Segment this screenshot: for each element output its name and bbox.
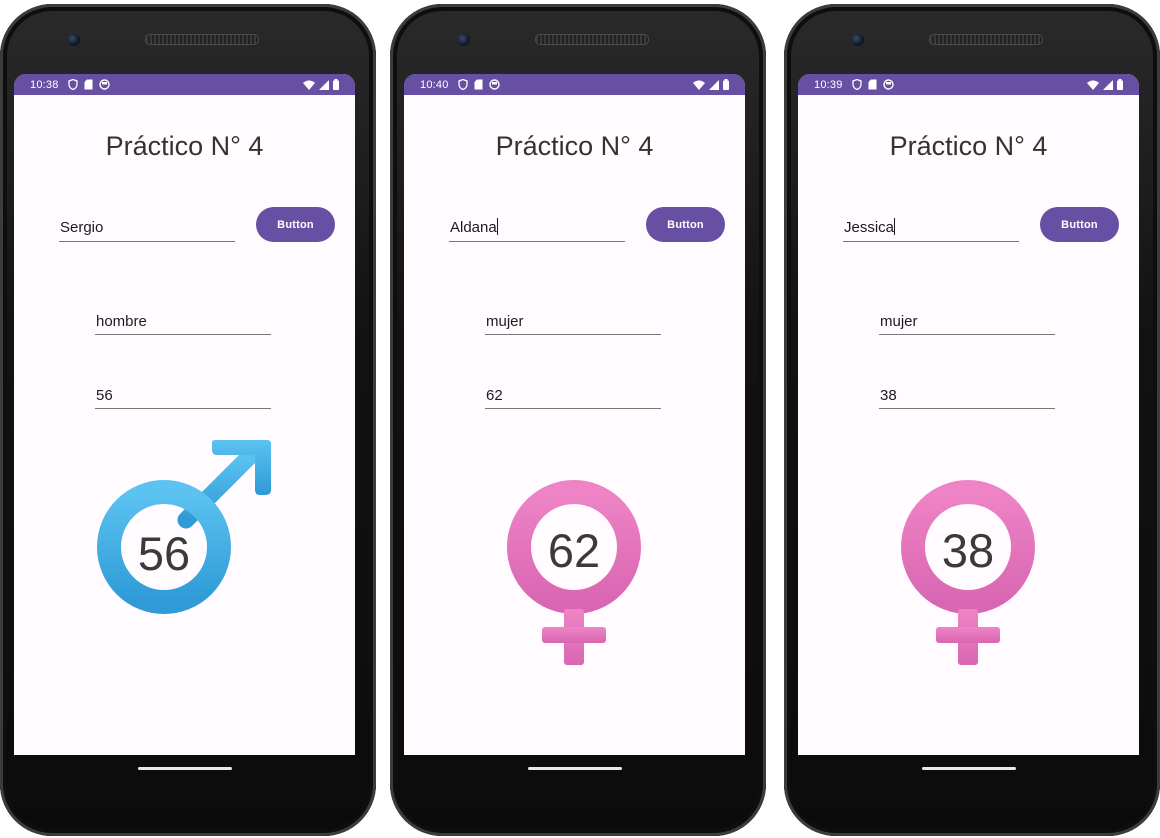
app-screen: 10:39 Práctico N° 4 Jessica Button mujer… (798, 74, 1139, 755)
shield-icon (851, 79, 862, 90)
phone-device-1: 10:38 Práctico N° 4 Sergio Button hombre… (0, 4, 376, 836)
battery-icon (333, 79, 339, 90)
front-camera (456, 32, 471, 47)
page-title: Práctico N° 4 (889, 131, 1048, 161)
submit-button[interactable]: Button (1040, 207, 1119, 242)
wifi-icon (1087, 80, 1099, 90)
battery-icon (1117, 79, 1123, 90)
name-input[interactable]: Sergio (59, 217, 235, 242)
earpiece-speaker (145, 34, 259, 45)
page-title: Práctico N° 4 (105, 131, 264, 161)
sd-card-icon (474, 79, 483, 90)
name-input[interactable]: Jessica (843, 217, 1019, 242)
app-notification-icon (882, 79, 894, 90)
gender-symbol-display: 56 (74, 434, 294, 674)
submit-button[interactable]: Button (256, 207, 335, 242)
age-field[interactable]: 38 (879, 386, 1055, 409)
app-screen: 10:40 Práctico N° 4 Aldana Button mujer … (404, 74, 745, 755)
signal-icon (1103, 79, 1113, 90)
signal-icon (319, 79, 329, 90)
front-camera (66, 32, 81, 47)
home-indicator[interactable] (528, 767, 622, 770)
name-input-value: Sergio (60, 219, 104, 236)
age-field-value: 38 (880, 387, 897, 404)
app-notification-icon (98, 79, 110, 90)
phone-device-2: 10:40 Práctico N° 4 Aldana Button mujer … (390, 4, 766, 836)
shield-icon (67, 79, 78, 90)
status-time: 10:39 (814, 78, 843, 91)
earpiece-speaker (929, 34, 1043, 45)
signal-icon (709, 79, 719, 90)
status-time: 10:38 (30, 78, 59, 91)
age-field-value: 56 (96, 387, 113, 404)
battery-icon (723, 79, 729, 90)
sd-card-icon (868, 79, 877, 90)
age-field[interactable]: 62 (485, 386, 661, 409)
gender-field[interactable]: mujer (879, 312, 1055, 335)
name-input-value: Jessica (844, 219, 895, 236)
gender-field-value: hombre (96, 313, 147, 330)
gender-field-value: mujer (880, 313, 918, 330)
earpiece-speaker (535, 34, 649, 45)
status-bar: 10:39 (798, 74, 1139, 95)
symbol-age-number: 56 (137, 527, 191, 580)
gender-field[interactable]: hombre (95, 312, 271, 335)
age-field-value: 62 (486, 387, 503, 404)
gender-symbol-display: 62 (464, 434, 684, 674)
shield-icon (457, 79, 468, 90)
app-screen: 10:38 Práctico N° 4 Sergio Button hombre… (14, 74, 355, 755)
status-time: 10:40 (420, 78, 449, 91)
sd-card-icon (84, 79, 93, 90)
front-camera (850, 32, 865, 47)
phone-device-3: 10:39 Práctico N° 4 Jessica Button mujer… (784, 4, 1160, 836)
gender-field[interactable]: mujer (485, 312, 661, 335)
name-input-value: Aldana (450, 219, 497, 236)
age-field[interactable]: 56 (95, 386, 271, 409)
symbol-age-number: 62 (547, 524, 601, 577)
wifi-icon (693, 80, 705, 90)
submit-button[interactable]: Button (646, 207, 725, 242)
name-input[interactable]: Aldana (449, 217, 625, 242)
status-bar: 10:40 (404, 74, 745, 95)
symbol-age-number: 38 (941, 524, 995, 577)
text-cursor (496, 218, 498, 235)
gender-symbol-display: 38 (858, 434, 1078, 674)
home-indicator[interactable] (138, 767, 232, 770)
page-title: Práctico N° 4 (495, 131, 654, 161)
home-indicator[interactable] (922, 767, 1016, 770)
wifi-icon (303, 80, 315, 90)
gender-field-value: mujer (486, 313, 524, 330)
app-notification-icon (488, 79, 500, 90)
text-cursor (894, 218, 896, 235)
status-bar: 10:38 (14, 74, 355, 95)
